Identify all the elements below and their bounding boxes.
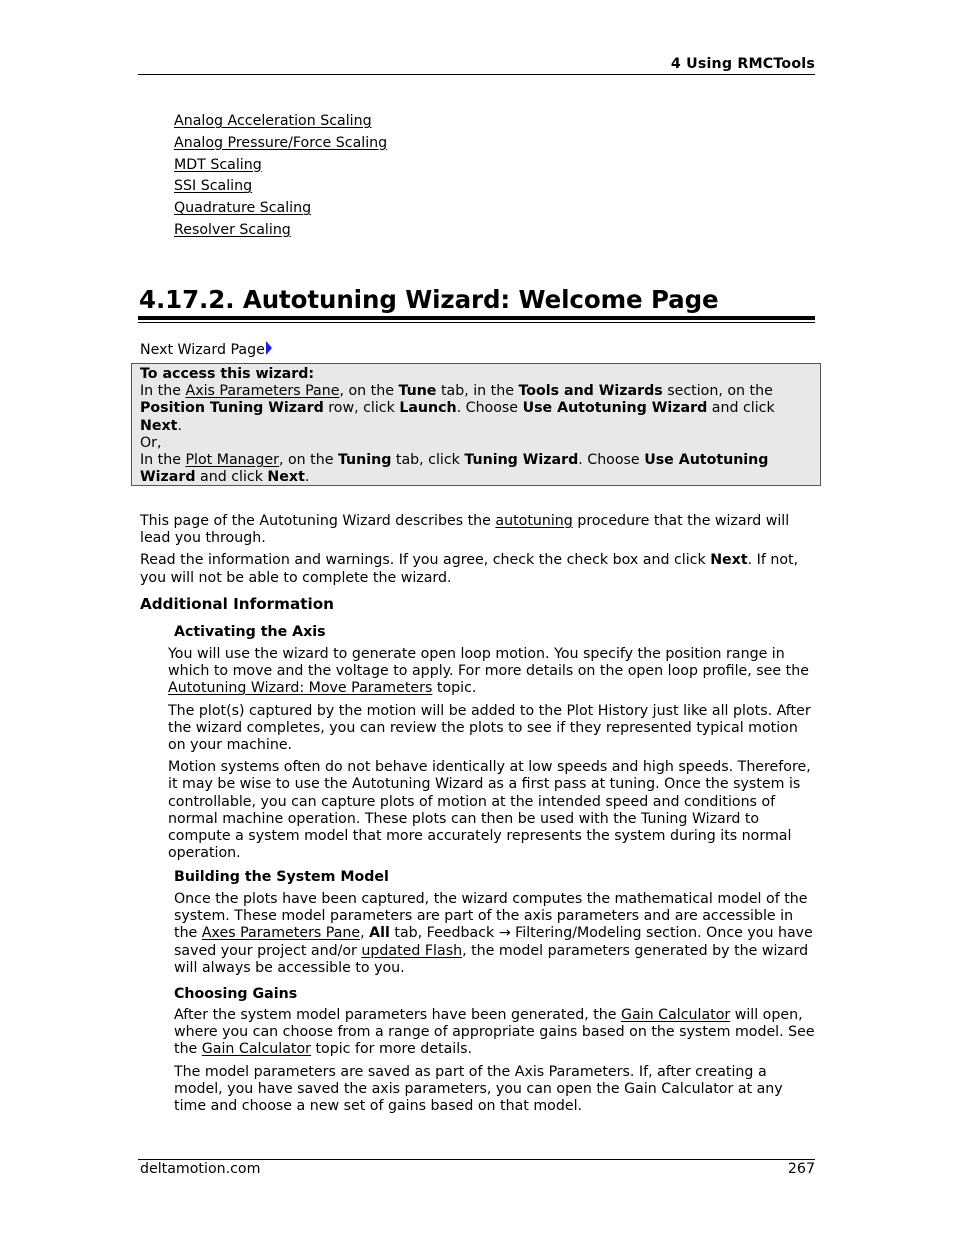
building-model-section: Once the plots have been captured, the w… xyxy=(174,891,816,982)
choosing-gains-heading: Choosing Gains xyxy=(174,986,298,1002)
activating-axis-heading: Activating the Axis xyxy=(174,624,326,640)
title-divider-thin xyxy=(138,322,815,323)
link-analog-acceleration-scaling[interactable]: Analog Acceleration Scaling xyxy=(174,113,372,129)
activating-axis-section: You will use the wizard to generate open… xyxy=(168,646,816,867)
footer-site: deltamotion.com xyxy=(140,1161,261,1177)
access-heading: To access this wizard: xyxy=(140,366,315,382)
activating-paragraph-3: Motion systems often do not behave ident… xyxy=(168,759,811,862)
building-paragraph-1: Once the plots have been captured, the w… xyxy=(174,891,813,976)
intro-paragraph-1: This page of the Autotuning Wizard descr… xyxy=(140,513,790,547)
link-updated-flash[interactable]: updated Flash xyxy=(361,943,462,959)
access-instructions-box: To access this wizard: In the Axis Param… xyxy=(131,363,821,486)
section-title: 4.17.2. Autotuning Wizard: Welcome Page xyxy=(139,285,719,314)
link-autotuning[interactable]: autotuning xyxy=(495,513,572,529)
link-gain-calculator-2[interactable]: Gain Calculator xyxy=(202,1041,311,1057)
related-links-list: Analog Acceleration Scaling Analog Press… xyxy=(174,111,387,242)
link-axes-parameters-pane[interactable]: Axes Parameters Pane xyxy=(202,925,360,941)
link-autotuning-move-parameters[interactable]: Autotuning Wizard: Move Parameters xyxy=(168,680,432,696)
link-plot-manager[interactable]: Plot Manager xyxy=(185,452,278,468)
footer-divider xyxy=(138,1159,815,1160)
access-path-1: In the Axis Parameters Pane, on the Tune… xyxy=(140,383,775,434)
activating-paragraph-2: The plot(s) captured by the motion will … xyxy=(168,702,811,754)
link-gain-calculator-1[interactable]: Gain Calculator xyxy=(621,1007,730,1023)
intro-paragraph-2: Read the information and warnings. If yo… xyxy=(140,552,799,586)
title-divider-thick xyxy=(138,316,815,320)
link-mdt-scaling[interactable]: MDT Scaling xyxy=(174,157,262,173)
link-resolver-scaling[interactable]: Resolver Scaling xyxy=(174,222,291,238)
additional-information-heading: Additional Information xyxy=(140,595,334,613)
next-wizard-page-nav[interactable]: Next Wizard Page xyxy=(140,341,272,359)
access-path-2: In the Plot Manager, on the Tuning tab, … xyxy=(140,452,769,486)
right-arrow-icon[interactable] xyxy=(265,341,272,355)
building-model-heading: Building the System Model xyxy=(174,869,389,885)
page-number: 267 xyxy=(787,1161,815,1177)
choosing-paragraph-2: The model parameters are saved as part o… xyxy=(174,1063,783,1115)
link-ssi-scaling[interactable]: SSI Scaling xyxy=(174,178,252,194)
running-header: 4 Using RMCTools xyxy=(670,56,815,72)
intro-text: This page of the Autotuning Wizard descr… xyxy=(140,513,812,592)
link-axis-parameters-pane[interactable]: Axis Parameters Pane xyxy=(185,383,339,399)
link-quadrature-scaling[interactable]: Quadrature Scaling xyxy=(174,200,311,216)
header-divider xyxy=(138,74,815,75)
access-or: Or, xyxy=(140,434,162,451)
next-wizard-page-label: Next Wizard Page xyxy=(140,342,265,358)
choosing-gains-section: After the system model parameters have b… xyxy=(174,1007,816,1120)
document-page: 4 Using RMCTools Analog Acceleration Sca… xyxy=(0,0,954,1235)
link-analog-pressure-force-scaling[interactable]: Analog Pressure/Force Scaling xyxy=(174,135,387,151)
choosing-paragraph-1: After the system model parameters have b… xyxy=(174,1007,815,1058)
activating-paragraph-1: You will use the wizard to generate open… xyxy=(168,646,809,697)
